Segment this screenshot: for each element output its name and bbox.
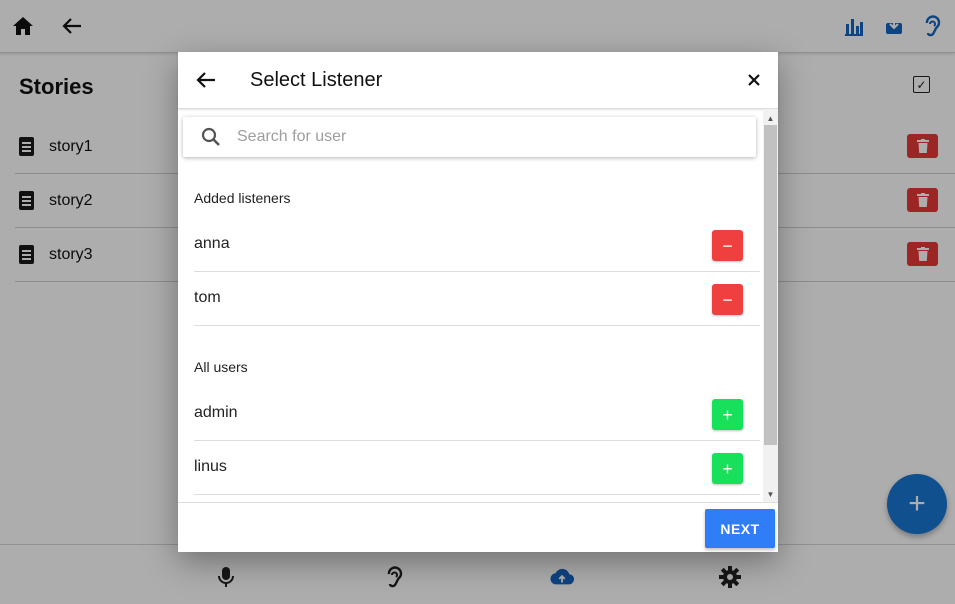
user-name: admin bbox=[194, 404, 238, 421]
all-users-heading: All users bbox=[194, 359, 248, 375]
listener-name: anna bbox=[194, 235, 230, 252]
close-icon[interactable] bbox=[742, 68, 766, 92]
scrollbar[interactable]: ▲ ▼ bbox=[763, 109, 778, 502]
search-input[interactable] bbox=[237, 117, 737, 157]
remove-listener-button[interactable]: − bbox=[712, 284, 743, 315]
dialog-body: Added listeners anna − tom − All users a… bbox=[178, 109, 778, 502]
dialog-header: Select Listener bbox=[178, 52, 778, 109]
user-row: linus + bbox=[194, 441, 760, 495]
listener-name: tom bbox=[194, 289, 221, 306]
next-button[interactable]: NEXT bbox=[705, 509, 775, 548]
search-bar bbox=[183, 117, 756, 157]
added-listener-row: tom − bbox=[194, 272, 760, 326]
add-listener-button[interactable]: + bbox=[712, 399, 743, 430]
scroll-up-arrow-icon[interactable]: ▲ bbox=[763, 111, 778, 125]
dialog-title: Select Listener bbox=[250, 69, 383, 91]
added-listeners-heading: Added listeners bbox=[194, 190, 291, 206]
remove-listener-button[interactable]: − bbox=[712, 230, 743, 261]
select-listener-dialog: Select Listener Added listeners anna − t… bbox=[178, 52, 778, 552]
add-listener-button[interactable]: + bbox=[712, 453, 743, 484]
added-listener-row: anna − bbox=[194, 218, 760, 272]
dialog-footer: NEXT bbox=[178, 502, 778, 552]
user-row: admin + bbox=[194, 387, 760, 441]
search-icon bbox=[201, 127, 220, 146]
back-arrow-icon[interactable] bbox=[194, 68, 218, 92]
user-name: linus bbox=[194, 458, 227, 475]
scrollbar-thumb[interactable] bbox=[764, 125, 777, 445]
scroll-down-arrow-icon[interactable]: ▼ bbox=[763, 487, 778, 501]
